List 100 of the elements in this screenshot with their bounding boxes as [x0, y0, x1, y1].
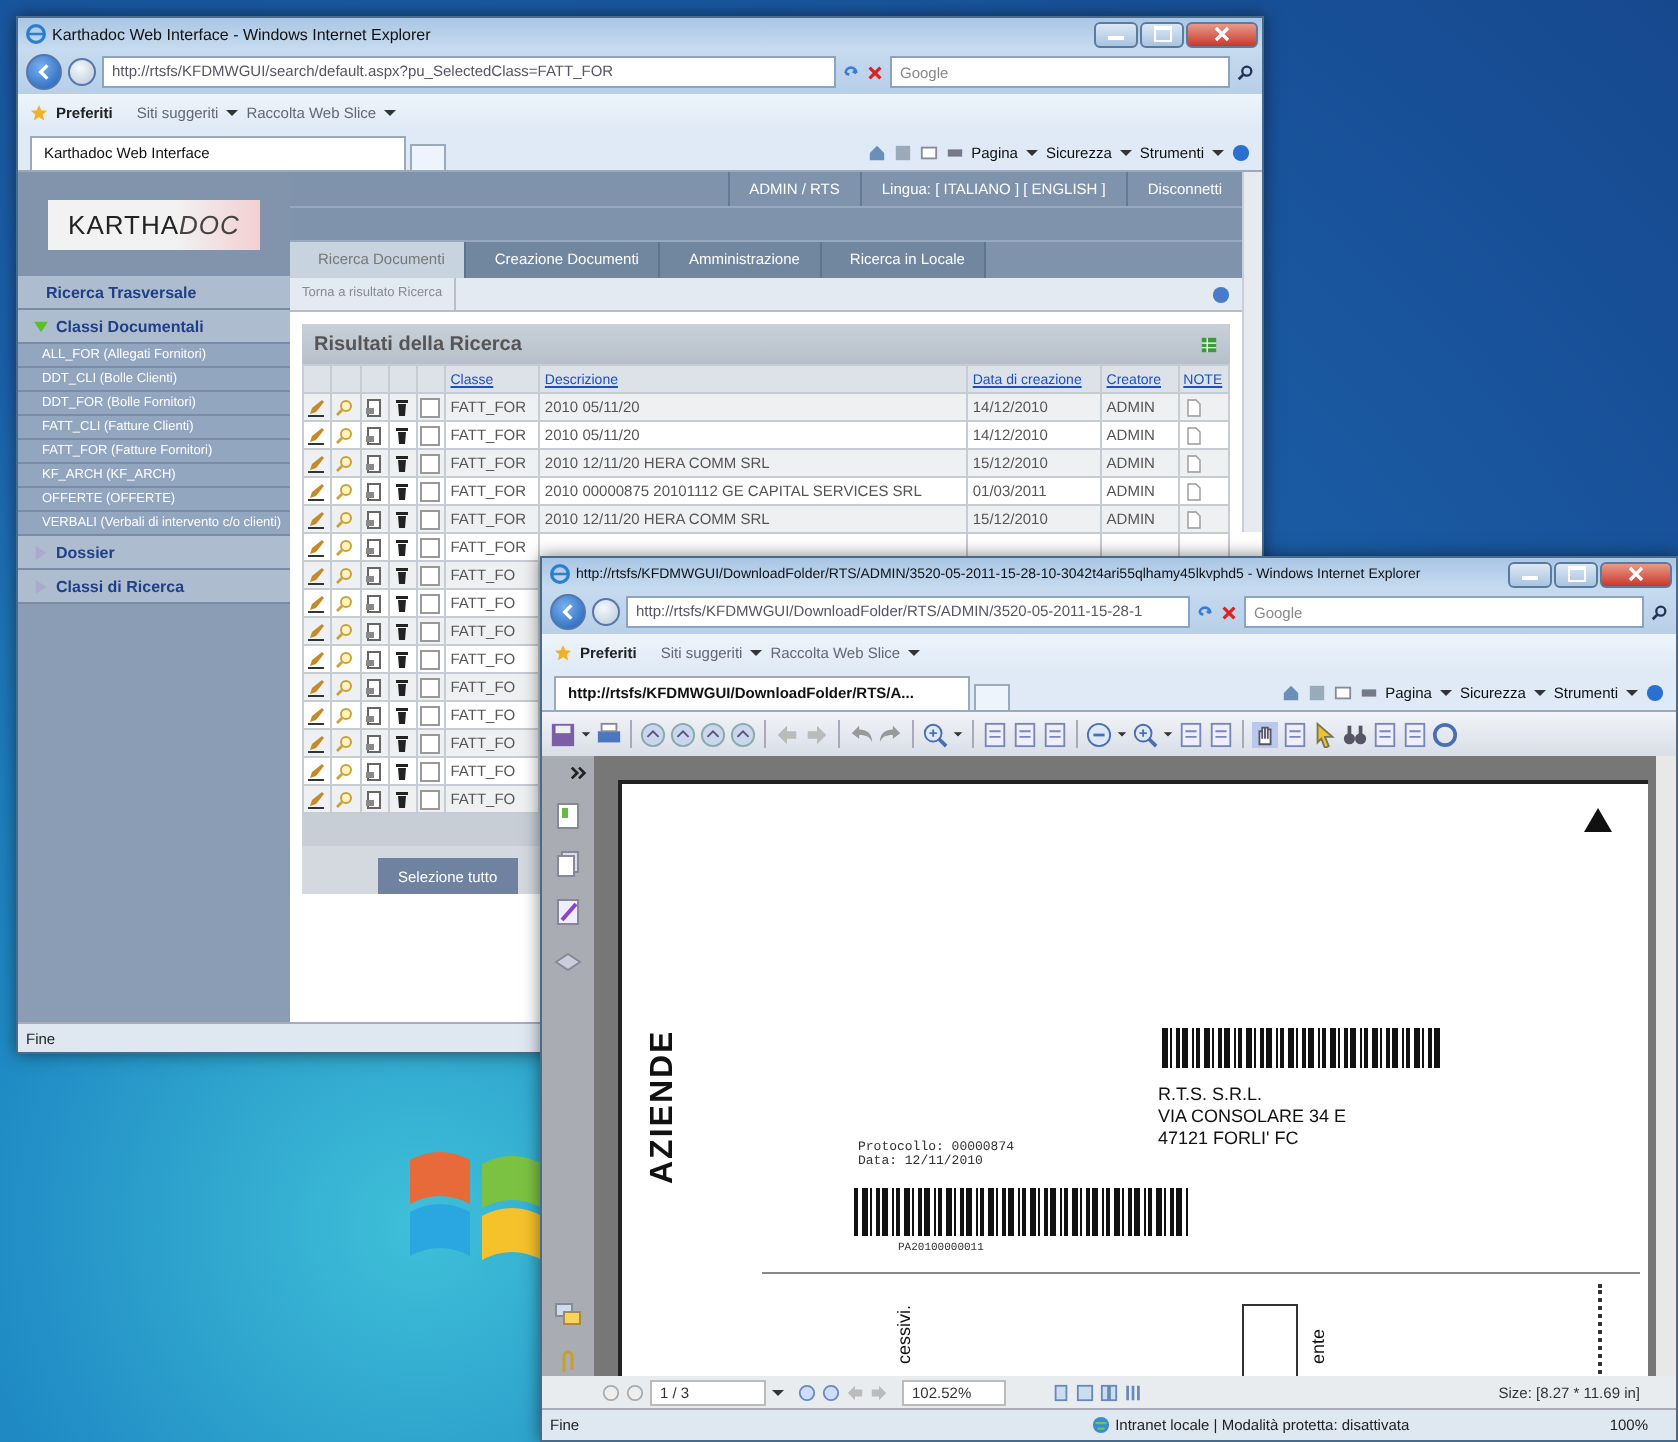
trash-icon[interactable]	[391, 509, 412, 529]
pencil-icon[interactable]	[306, 509, 326, 529]
pencil-icon[interactable]	[306, 733, 326, 753]
pencil-icon[interactable]	[306, 677, 326, 697]
trash-icon[interactable]	[391, 621, 412, 641]
undo-icon[interactable]	[848, 721, 874, 747]
pen-icon[interactable]	[554, 898, 582, 926]
row-checkbox[interactable]	[420, 649, 440, 669]
trash-icon[interactable]	[391, 425, 412, 445]
row-checkbox[interactable]	[420, 677, 440, 697]
hand-icon[interactable]	[1252, 721, 1278, 747]
page-icon[interactable]	[982, 721, 1008, 747]
continuous-view-icon[interactable]	[1076, 1383, 1094, 1401]
trash-icon[interactable]	[391, 481, 412, 501]
search-icon[interactable]	[1650, 603, 1668, 621]
search-icon[interactable]	[1236, 63, 1254, 81]
stop-icon[interactable]	[866, 63, 884, 81]
trash-icon[interactable]	[391, 789, 412, 809]
help-icon[interactable]	[1232, 143, 1250, 161]
help-icon[interactable]	[1646, 683, 1664, 701]
note-icon[interactable]	[1183, 397, 1204, 417]
scanned-document-icon[interactable]	[363, 733, 383, 753]
magnifier-icon[interactable]	[334, 425, 355, 445]
pencil-icon[interactable]	[306, 621, 326, 641]
close-button[interactable]	[1186, 21, 1258, 47]
magnifier-icon[interactable]	[334, 565, 355, 585]
zoom-in-icon[interactable]	[1132, 721, 1158, 747]
row-checkbox[interactable]	[420, 705, 440, 725]
trash-icon[interactable]	[391, 593, 412, 613]
page-icon[interactable]	[1208, 721, 1234, 747]
scanned-document-icon[interactable]	[363, 509, 383, 529]
trash-icon[interactable]	[391, 649, 412, 669]
pencil-icon[interactable]	[306, 453, 326, 473]
refresh-icon[interactable]	[842, 63, 860, 81]
mail-icon[interactable]	[1333, 683, 1352, 701]
magnifier-icon[interactable]	[334, 453, 355, 473]
pages-icon[interactable]	[554, 850, 582, 878]
caret-icon[interactable]	[1116, 728, 1128, 740]
scanned-document-icon[interactable]	[363, 537, 383, 557]
single-page-view-icon[interactable]	[1052, 1383, 1070, 1401]
row-checkbox[interactable]	[420, 621, 440, 641]
page-thumbnail-icon[interactable]	[554, 802, 582, 830]
trash-icon[interactable]	[391, 705, 412, 725]
magnifier-icon[interactable]	[334, 397, 355, 417]
trash-icon[interactable]	[391, 677, 412, 697]
previous-page-icon[interactable]	[626, 1383, 644, 1401]
page-icon[interactable]	[1012, 721, 1038, 747]
magnifier-icon[interactable]	[334, 677, 355, 697]
row-checkbox[interactable]	[420, 397, 440, 417]
page-icon[interactable]	[1372, 721, 1398, 747]
row-checkbox[interactable]	[420, 761, 440, 781]
scanned-document-icon[interactable]	[363, 649, 383, 669]
pencil-icon[interactable]	[306, 789, 326, 809]
mail-icon[interactable]	[919, 143, 938, 161]
trash-icon[interactable]	[391, 537, 412, 557]
magnifier-icon[interactable]	[334, 537, 355, 557]
trash-icon[interactable]	[391, 565, 412, 585]
print-icon[interactable]	[596, 721, 622, 747]
pencil-icon[interactable]	[306, 537, 326, 557]
two-page-view-icon[interactable]	[1100, 1383, 1118, 1401]
scanned-document-icon[interactable]	[363, 761, 383, 781]
circle-icon[interactable]	[1432, 721, 1458, 747]
caret-icon[interactable]	[580, 728, 592, 740]
sidebar-group[interactable]: Dossier	[18, 536, 290, 570]
magnifier-icon[interactable]	[334, 593, 355, 613]
scanned-document-icon[interactable]	[363, 621, 383, 641]
row-checkbox[interactable]	[420, 509, 440, 529]
row-checkbox[interactable]	[420, 537, 440, 557]
scanned-document-icon[interactable]	[363, 425, 383, 445]
scanned-document-icon[interactable]	[363, 677, 383, 697]
maximize-button[interactable]	[1554, 561, 1598, 587]
trash-icon[interactable]	[391, 397, 412, 417]
magnifier-icon[interactable]	[334, 649, 355, 669]
row-checkbox[interactable]	[420, 789, 440, 809]
note-icon[interactable]	[1183, 453, 1204, 473]
page-icon[interactable]	[1282, 721, 1308, 747]
minimize-button[interactable]	[1508, 561, 1552, 587]
scanned-document-icon[interactable]	[363, 453, 383, 473]
magnifier-icon[interactable]	[334, 509, 355, 529]
magnifier-icon[interactable]	[334, 621, 355, 641]
note-icon[interactable]	[1183, 509, 1204, 529]
expand-icon[interactable]	[570, 764, 588, 782]
row-checkbox[interactable]	[420, 453, 440, 473]
sidebar-group[interactable]: Classi Documentali	[18, 310, 290, 344]
magnifier-icon[interactable]	[334, 481, 355, 501]
pencil-icon[interactable]	[306, 397, 326, 417]
print-icon[interactable]	[945, 143, 964, 161]
trash-icon[interactable]	[391, 761, 412, 781]
new-tab-button[interactable]	[974, 684, 1010, 710]
forward-button[interactable]	[68, 58, 96, 86]
pencil-icon[interactable]	[306, 565, 326, 585]
redo-icon[interactable]	[878, 721, 904, 747]
scanned-document-icon[interactable]	[363, 789, 383, 809]
spreadsheet-icon[interactable]	[1200, 335, 1218, 353]
new-tab-button[interactable]	[410, 144, 446, 170]
caret-icon[interactable]	[1162, 728, 1174, 740]
print-icon[interactable]	[1359, 683, 1378, 701]
pointer-icon[interactable]	[1312, 721, 1338, 747]
magnifier-icon[interactable]	[334, 789, 355, 809]
note-icon[interactable]	[1183, 425, 1204, 445]
